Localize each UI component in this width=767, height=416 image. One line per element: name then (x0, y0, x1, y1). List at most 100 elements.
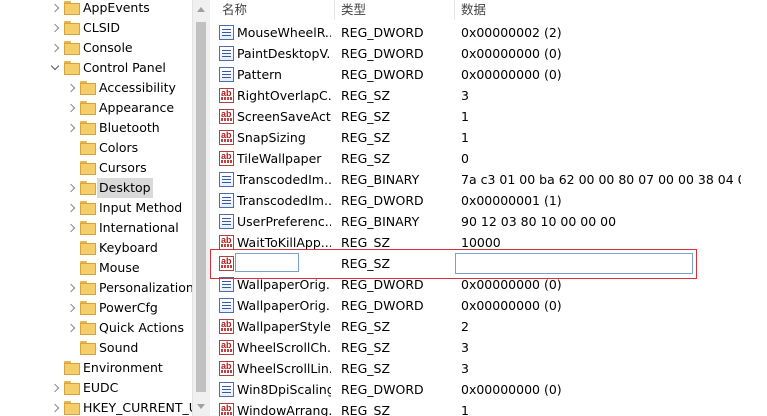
chevron-right-icon[interactable] (66, 203, 76, 213)
value-type: REG_DWORD (341, 67, 424, 82)
tree-item-keyboard[interactable]: Keyboard (0, 238, 192, 258)
scroll-up-arrow-icon[interactable] (197, 7, 205, 12)
column-header-name[interactable]: 名称 (222, 0, 247, 20)
value-row[interactable]: abScreenSaveActi... REG_SZ 1 (210, 106, 767, 127)
tree-item-international[interactable]: International (0, 218, 192, 238)
value-name: SnapSizing (237, 130, 306, 145)
value-row[interactable]: Pattern REG_DWORD 0x00000000 (0) (210, 64, 767, 85)
string-value-icon: ab (219, 403, 234, 416)
chevron-right-icon[interactable] (50, 383, 60, 393)
value-type: REG_BINARY (341, 214, 420, 229)
value-row[interactable]: ab TileWallpaper REG_SZ 0 (210, 148, 767, 169)
tree-item-label: CLSID (83, 20, 120, 35)
chevron-right-icon[interactable] (66, 123, 76, 133)
tree-item-bluetooth[interactable]: Bluetooth (0, 118, 192, 138)
chevron-down-icon[interactable] (50, 61, 60, 71)
chevron-right-icon[interactable] (50, 23, 60, 33)
chevron-right-icon[interactable] (66, 283, 76, 293)
wallpaper-name-focus-box (235, 253, 299, 272)
value-row[interactable]: TranscodedIm... REG_BINARY 7a c3 01 00 ba … (210, 169, 767, 190)
tree-item-label: Environment (83, 360, 163, 375)
string-value-icon: ab (219, 130, 234, 145)
tree-item-cursors[interactable]: Cursors (0, 158, 192, 178)
tree-item-label: Appearance (99, 100, 175, 115)
folder-icon (80, 301, 96, 315)
value-row[interactable]: ab WindowArrang... REG_SZ 1 (210, 400, 767, 416)
value-row[interactable]: ab WallpaperStyle REG_SZ 2 (210, 316, 767, 337)
value-name: UserPreferenc... (237, 214, 331, 229)
tree-item-eudc[interactable]: EUDC (0, 378, 192, 398)
value-name: TranscodedIm... (237, 193, 331, 208)
tree-scrollbar[interactable] (192, 0, 210, 416)
chevron-right-icon[interactable] (50, 403, 60, 413)
chevron-right-icon[interactable] (66, 103, 76, 113)
value-type: REG_SZ (341, 319, 391, 334)
value-row[interactable]: ab SnapSizing REG_SZ 1 (210, 127, 767, 148)
value-row[interactable]: TranscodedIm... REG_DWORD 0x00000001 (1) (210, 190, 767, 211)
string-value-icon: ab (219, 319, 234, 334)
registry-tree[interactable]: AppEvents CLSID Console Control Panel Access… (0, 0, 192, 416)
tree-item-appearance[interactable]: Appearance (0, 98, 192, 118)
tree-item-desktop[interactable]: Desktop (0, 178, 192, 198)
value-name: ScreenSaveActi... (237, 109, 331, 124)
tree-item-label: Bluetooth (99, 120, 160, 135)
tree-item-personalization[interactable]: Personalization (0, 278, 192, 298)
tree-item-mouse[interactable]: Mouse (0, 258, 192, 278)
tree-item-control-panel[interactable]: Control Panel (0, 58, 192, 78)
column-header-data[interactable]: 数据 (461, 0, 486, 20)
column-header-type[interactable]: 类型 (341, 0, 366, 20)
column-divider[interactable] (334, 0, 335, 20)
value-data: 2 (461, 319, 469, 334)
folder-icon (80, 121, 96, 135)
value-data: 0x00000000 (0) (461, 382, 562, 397)
tree-item-label: Accessibility (99, 80, 176, 95)
value-row[interactable]: MouseWheelR... REG_DWORD 0x00000002 (2) (210, 22, 767, 43)
value-row[interactable]: WallpaperOrig... REG_DWORD 0x00000000 (0) (210, 274, 767, 295)
chevron-right-icon[interactable] (66, 323, 76, 333)
tree-item-powercfg[interactable]: PowerCfg (0, 298, 192, 318)
chevron-right-icon[interactable] (66, 183, 76, 193)
wallpaper-data-edit-box[interactable] (455, 253, 693, 274)
tree-item-hkey-current-u[interactable]: HKEY_CURRENT_U (0, 398, 192, 416)
value-data: 0x00000000 (0) (461, 46, 562, 61)
value-row[interactable]: UserPreferenc... REG_BINARY 90 12 03 80 10… (210, 211, 767, 232)
value-row[interactable]: ab WheelScrollCh... REG_SZ 3 (210, 337, 767, 358)
string-value-icon: ab (219, 235, 234, 250)
tree-item-sound[interactable]: Sound (0, 338, 192, 358)
tree-item-console[interactable]: Console (0, 38, 192, 58)
tree-item-accessibility[interactable]: Accessibility (0, 78, 192, 98)
string-value-icon: ab (219, 361, 234, 376)
folder-icon (80, 181, 96, 195)
tree-item-clsid[interactable]: CLSID (0, 18, 192, 38)
value-type: REG_DWORD (341, 277, 424, 292)
tree-item-colors[interactable]: Colors (0, 138, 192, 158)
tree-item-label: Console (83, 40, 133, 55)
value-row[interactable]: PaintDesktopV... REG_DWORD 0x00000000 (0) (210, 43, 767, 64)
tree-item-input-method[interactable]: Input Method (0, 198, 192, 218)
folder-icon (64, 1, 80, 15)
chevron-right-icon[interactable] (66, 83, 76, 93)
value-row[interactable]: Win8DpiScaling REG_DWORD 0x00000000 (0) (210, 379, 767, 400)
value-row[interactable]: ab RightOverlapC... REG_SZ 3 (210, 85, 767, 106)
tree-item-appevents[interactable]: AppEvents (0, 0, 192, 18)
value-data: 0x00000000 (0) (461, 298, 562, 313)
chevron-right-icon[interactable] (66, 223, 76, 233)
chevron-right-icon[interactable] (66, 303, 76, 313)
tree-item-quick-actions[interactable]: Quick Actions (0, 318, 192, 338)
value-row[interactable]: ab WaitToKillApp... REG_SZ 10000 (210, 232, 767, 253)
value-row[interactable]: WallpaperOrig... REG_DWORD 0x00000000 (0) (210, 295, 767, 316)
scroll-down-arrow-icon[interactable] (197, 404, 205, 409)
tree-item-environment[interactable]: Environment (0, 358, 192, 378)
value-type: REG_SZ (341, 256, 391, 271)
chevron-right-icon[interactable] (50, 43, 60, 53)
value-data: 10000 (461, 235, 501, 250)
value-type: REG_BINARY (341, 172, 420, 187)
column-divider[interactable] (454, 0, 455, 20)
scrollbar-thumb[interactable] (196, 22, 206, 392)
binary-value-icon (219, 277, 234, 292)
value-row[interactable]: ab WheelScrollLin... REG_SZ 3 (210, 358, 767, 379)
chevron-right-icon[interactable] (50, 3, 60, 13)
tree-item-label: PowerCfg (99, 300, 158, 315)
value-data: 90 12 03 80 10 00 00 00 (461, 214, 617, 229)
value-data: 7a c3 01 00 ba 62 00 00 80 07 00 00 38 0… (461, 172, 741, 187)
